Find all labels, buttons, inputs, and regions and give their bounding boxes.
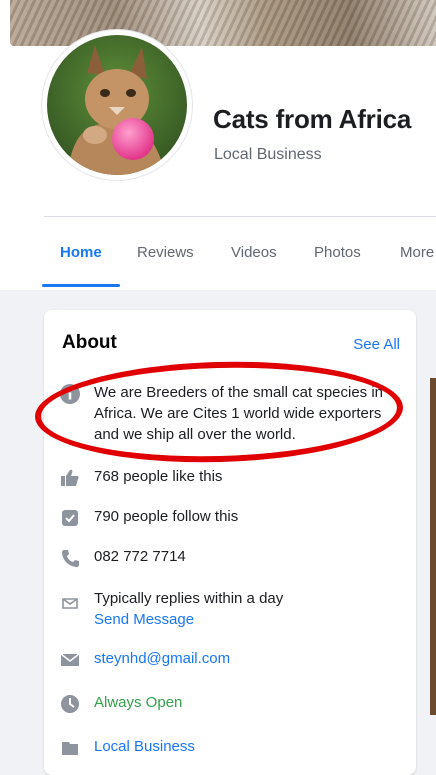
page-category[interactable]: Local Business (214, 146, 322, 164)
category-row: Local Business (60, 736, 400, 760)
page-tabs: Home Reviews Videos Photos More (42, 232, 436, 288)
send-message-link[interactable]: Send Message (94, 609, 283, 630)
email-row: steynhd@gmail.com (60, 648, 400, 672)
caracal-kitten-image (47, 35, 187, 175)
profile-picture[interactable] (42, 30, 192, 180)
clock-icon (61, 695, 79, 713)
tab-photos[interactable]: Photos (314, 244, 361, 261)
tab-videos[interactable]: Videos (231, 244, 277, 261)
about-heading: About (62, 332, 117, 353)
hours-row: Always Open (60, 692, 400, 716)
header-divider (44, 216, 436, 217)
phone-row: 082 772 7714 (60, 546, 400, 570)
adjacent-photo-card[interactable] (430, 378, 436, 715)
open-status: Always Open (94, 694, 183, 711)
response-row: Typically replies within a day Send Mess… (60, 588, 400, 634)
thumbs-up-icon (61, 469, 79, 486)
category-link[interactable]: Local Business (94, 736, 195, 757)
follows-row: 790 people follow this (60, 506, 400, 530)
phone-icon (62, 550, 79, 567)
email-link[interactable]: steynhd@gmail.com (94, 648, 230, 669)
likes-row: 768 people like this (60, 466, 400, 490)
page-header: Cats from Africa Local Business (0, 0, 436, 215)
tab-home[interactable]: Home (60, 244, 102, 261)
follows-count: 790 people follow this (94, 508, 239, 525)
tab-reviews[interactable]: Reviews (137, 244, 194, 261)
tab-more[interactable]: More (400, 244, 434, 261)
see-all-link[interactable]: See All (353, 336, 400, 353)
cover-photo[interactable] (10, 0, 436, 46)
follow-check-icon (62, 510, 78, 526)
messenger-reply-icon (62, 598, 78, 609)
active-tab-indicator (42, 284, 120, 287)
envelope-icon (60, 653, 80, 666)
likes-count: 768 people like this (94, 468, 223, 485)
response-time: Typically replies within a day (94, 590, 284, 607)
category-tag-icon (62, 742, 78, 755)
phone-number[interactable]: 082 772 7714 (94, 546, 186, 567)
page-title: Cats from Africa (213, 104, 412, 134)
